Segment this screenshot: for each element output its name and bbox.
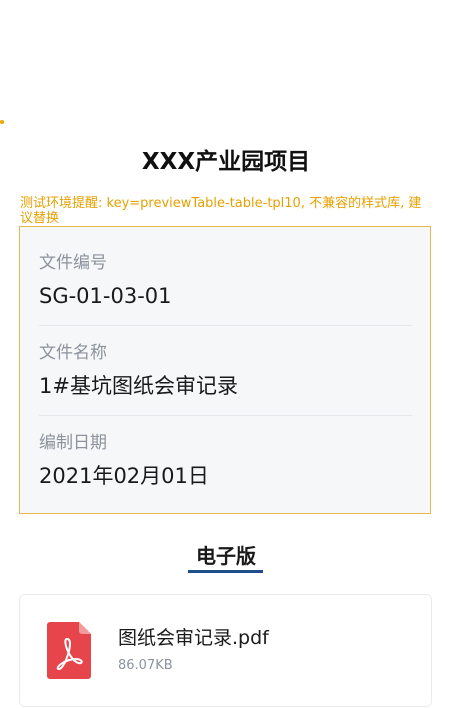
electronic-section-title: 电子版: [196, 544, 256, 568]
doc-number-label: 文件编号: [39, 253, 107, 273]
doc-name-value: 1#基坑图纸会审记录: [39, 374, 238, 398]
date-value: 2021年02月01日: [39, 464, 209, 488]
doc-number-value: SG-01-03-01: [39, 284, 172, 308]
env-warning-text: 测试环境提醒: key=previewTable-table-tpl10, 不兼…: [20, 196, 422, 226]
file-attachment-card[interactable]: 图纸会审记录.pdf 86.07KB: [19, 594, 432, 707]
doc-number-row: 文件编号 SG-01-03-01: [39, 253, 412, 309]
file-size: 86.07KB: [118, 658, 173, 673]
file-name[interactable]: 图纸会审记录.pdf: [118, 623, 269, 650]
document-info-card: 文件编号 SG-01-03-01 文件名称 1#基坑图纸会审记录 编制日期 20…: [19, 226, 431, 514]
page-title: XXX产业园项目: [141, 149, 311, 175]
section-underline: [188, 570, 263, 573]
divider: [39, 415, 412, 416]
pdf-icon: [47, 622, 91, 679]
date-row: 编制日期 2021年02月01日: [39, 433, 412, 489]
date-label: 编制日期: [39, 433, 107, 453]
doc-name-row: 文件名称 1#基坑图纸会审记录: [39, 343, 412, 399]
divider: [39, 325, 412, 326]
indicator-dot: [0, 120, 4, 124]
doc-name-label: 文件名称: [39, 343, 107, 363]
